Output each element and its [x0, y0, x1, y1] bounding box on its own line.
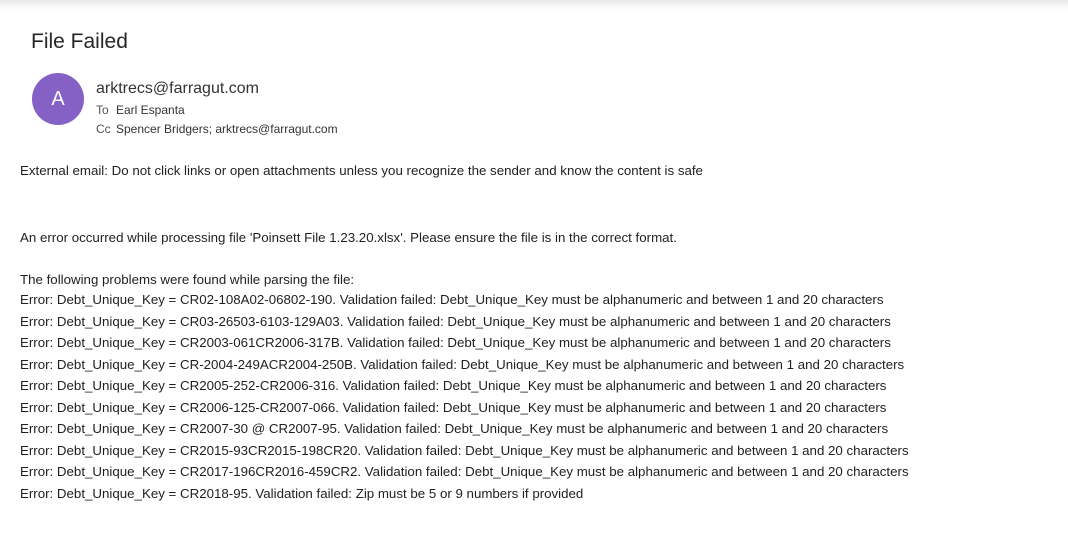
email-reading-pane: File Failed A arktrecs@farragut.com To Ea…: [0, 0, 1068, 548]
error-line: Error: Debt_Unique_Key = CR2006-125-CR20…: [20, 399, 887, 415]
to-label: To: [96, 103, 109, 117]
cc-line: Cc Spencer Bridgers; arktrecs@farragut.co…: [96, 122, 338, 137]
error-intro-text: An error occurred while processing file …: [20, 230, 677, 245]
to-line: To Earl Espanta: [96, 103, 185, 118]
email-subject: File Failed: [31, 30, 128, 53]
cc-recipients[interactable]: Spencer Bridgers; arktrecs@farragut.com: [116, 122, 338, 136]
error-line: Error: Debt_Unique_Key = CR2018-95. Vali…: [20, 485, 584, 501]
error-line: Error: Debt_Unique_Key = CR2003-061CR200…: [20, 335, 891, 350]
error-line: Error: Debt_Unique_Key = CR02-108A02-068…: [20, 292, 884, 307]
error-list: Error: Debt_Unique_Key = CR02-108A02-068…: [20, 289, 909, 504]
error-line: Error: Debt_Unique_Key = CR2017-196CR201…: [20, 464, 909, 479]
external-email-warning: External email: Do not click links or op…: [20, 163, 703, 178]
top-divider-shadow: [0, 0, 1068, 10]
to-recipient[interactable]: Earl Espanta: [116, 103, 185, 117]
sender-avatar[interactable]: A: [32, 73, 84, 125]
sender-address[interactable]: arktrecs@farragut.com: [96, 79, 259, 99]
problems-heading: The following problems were found while …: [20, 272, 355, 287]
error-line: Error: Debt_Unique_Key = CR2007-30 @ CR2…: [20, 421, 889, 436]
cc-label: Cc: [96, 122, 111, 136]
error-line: Error: Debt_Unique_Key = CR2015-93CR2015…: [20, 442, 909, 458]
error-line: Error: Debt_Unique_Key = CR2005-252-CR20…: [20, 378, 887, 393]
error-line: Error: Debt_Unique_Key = CR03-26503-6103…: [20, 313, 891, 329]
error-line: Error: Debt_Unique_Key = CR-2004-249ACR2…: [20, 356, 905, 372]
